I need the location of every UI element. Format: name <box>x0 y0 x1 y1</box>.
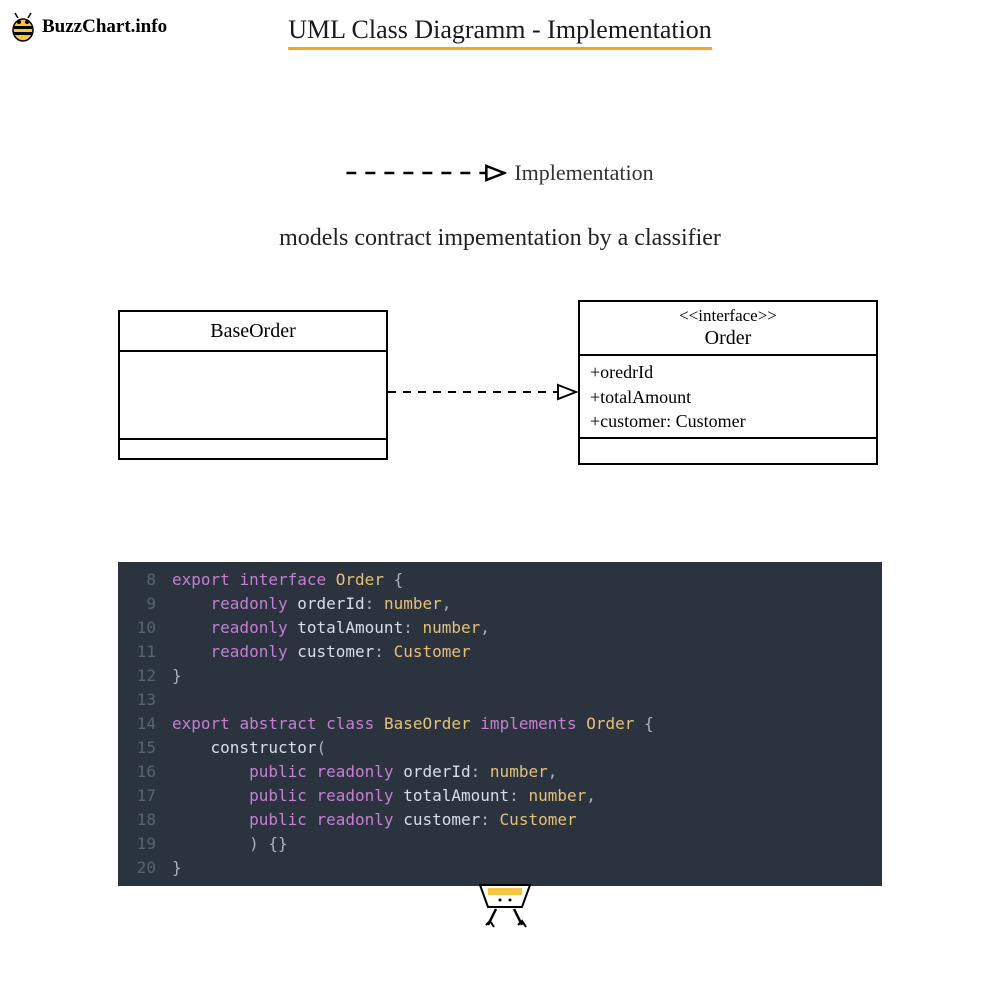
code-content: constructor( <box>172 736 882 760</box>
bee-mascot-icon <box>470 875 540 935</box>
code-content: public readonly totalAmount: number, <box>172 784 882 808</box>
uml-interface-footer <box>580 437 876 455</box>
line-number: 19 <box>118 832 172 856</box>
code-line: 16 public readonly orderId: number, <box>118 760 882 784</box>
line-number: 18 <box>118 808 172 832</box>
page-title: UML Class Diagramm - Implementation <box>288 15 712 45</box>
line-number: 9 <box>118 592 172 616</box>
uml-interface-order: <<interface>> Order +oredrId +totalAmoun… <box>578 300 878 465</box>
code-line: 19 ) {} <box>118 832 882 856</box>
page-title-wrap: UML Class Diagramm - Implementation <box>288 15 712 50</box>
code-line: 12} <box>118 664 882 688</box>
uml-interface-header: <<interface>> Order <box>580 302 876 356</box>
uml-interface-body: +oredrId +totalAmount +customer: Custome… <box>580 356 876 437</box>
legend-label: Implementation <box>514 160 653 186</box>
bee-logo-icon <box>8 10 38 44</box>
uml-interface-name: Order <box>586 326 870 350</box>
line-number: 11 <box>118 640 172 664</box>
line-number: 15 <box>118 736 172 760</box>
code-content: readonly orderId: number, <box>172 592 882 616</box>
line-number: 8 <box>118 568 172 592</box>
code-content: export abstract class BaseOrder implemen… <box>172 712 882 736</box>
line-number: 10 <box>118 616 172 640</box>
uml-class-footer <box>120 438 386 456</box>
uml-class-baseorder: BaseOrder <box>118 310 388 460</box>
code-line: 11 readonly customer: Customer <box>118 640 882 664</box>
line-number: 17 <box>118 784 172 808</box>
code-content: ) {} <box>172 832 882 856</box>
code-block: 8export interface Order {9 readonly orde… <box>118 562 882 886</box>
title-underline <box>288 47 712 50</box>
uml-attr: +totalAmount <box>590 385 866 409</box>
code-line: 10 readonly totalAmount: number, <box>118 616 882 640</box>
code-line: 14export abstract class BaseOrder implem… <box>118 712 882 736</box>
code-content: readonly totalAmount: number, <box>172 616 882 640</box>
code-line: 18 public readonly customer: Customer <box>118 808 882 832</box>
code-content: readonly customer: Customer <box>172 640 882 664</box>
uml-class-name: BaseOrder <box>120 312 386 352</box>
code-content: public readonly orderId: number, <box>172 760 882 784</box>
code-content <box>172 688 882 712</box>
diagram-description: models contract impementation by a class… <box>279 225 721 252</box>
uml-attr: +customer: Customer <box>590 409 866 433</box>
code-content: export interface Order { <box>172 568 882 592</box>
uml-attr: +oredrId <box>590 360 866 384</box>
uml-stereotype: <<interface>> <box>586 306 870 326</box>
code-line: 13 <box>118 688 882 712</box>
line-number: 14 <box>118 712 172 736</box>
uml-class-body <box>120 352 386 438</box>
code-line: 9 readonly orderId: number, <box>118 592 882 616</box>
line-number: 20 <box>118 856 172 880</box>
line-number: 16 <box>118 760 172 784</box>
legend: Implementation <box>346 160 653 186</box>
implementation-arrow-icon <box>388 382 578 402</box>
legend-arrow-icon <box>346 163 506 183</box>
brand-name: BuzzChart.info <box>42 16 167 38</box>
code-content: public readonly customer: Customer <box>172 808 882 832</box>
line-number: 12 <box>118 664 172 688</box>
line-number: 13 <box>118 688 172 712</box>
code-line: 17 public readonly totalAmount: number, <box>118 784 882 808</box>
code-line: 15 constructor( <box>118 736 882 760</box>
uml-diagram: BaseOrder <<interface>> Order +oredrId +… <box>118 300 882 480</box>
brand-logo: BuzzChart.info <box>8 10 167 44</box>
code-content: } <box>172 664 882 688</box>
code-line: 8export interface Order { <box>118 568 882 592</box>
